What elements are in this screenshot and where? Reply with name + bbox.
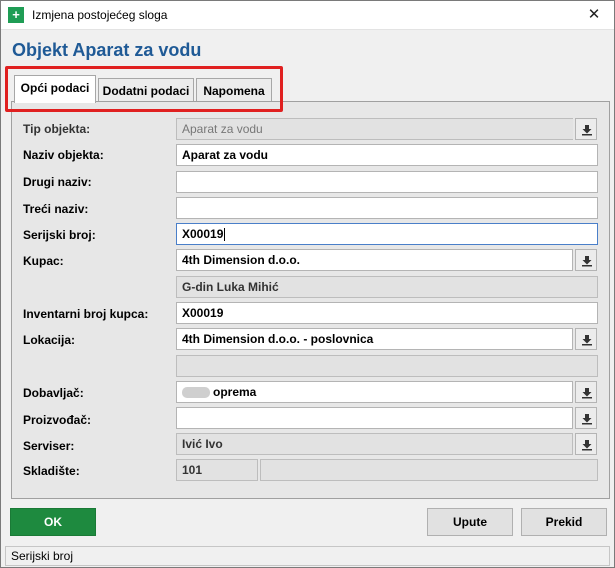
serijski-broj-input[interactable]: X00019 — [176, 223, 598, 245]
dobavljac-dropdown-button[interactable] — [575, 381, 597, 403]
proizvodac-dropdown-button[interactable] — [575, 407, 597, 429]
download-arrow-icon — [582, 388, 592, 399]
prekid-button[interactable]: Prekid — [521, 508, 607, 536]
skladiste-name-field — [260, 459, 598, 481]
dobavljac-input[interactable]: oprema — [176, 381, 573, 403]
text-caret — [224, 228, 226, 242]
kupac-dropdown-button[interactable] — [575, 249, 597, 271]
proizvodac-label: Proizvođač: — [23, 413, 92, 427]
skladiste-code-field: 101 — [176, 459, 258, 481]
serviser-field[interactable]: Ivić Ivo — [176, 433, 573, 455]
drugi-naziv-label: Drugi naziv: — [23, 175, 92, 189]
serviser-label: Serviser: — [23, 439, 75, 453]
skladiste-label: Skladište: — [23, 464, 80, 478]
treci-naziv-label: Treći naziv: — [23, 202, 89, 216]
lokacija-detail-field — [176, 355, 598, 377]
proizvodac-input[interactable] — [176, 407, 573, 429]
download-arrow-icon — [582, 125, 592, 136]
tip-objekta-dropdown-button[interactable] — [575, 118, 597, 140]
upute-button[interactable]: Upute — [427, 508, 513, 536]
download-arrow-icon — [582, 256, 592, 267]
dobavljac-label: Dobavljač: — [23, 386, 84, 400]
inventarni-broj-input[interactable]: X00019 — [176, 302, 598, 324]
lokacija-input[interactable]: 4th Dimension d.o.o. - poslovnica — [176, 328, 573, 350]
app-icon: + — [8, 7, 24, 23]
kupac-input[interactable]: 4th Dimension d.o.o. — [176, 249, 573, 271]
close-icon[interactable]: ✕ — [582, 4, 606, 26]
serijski-broj-label: Serijski broj: — [23, 228, 96, 242]
page-title: Objekt Aparat za vodu — [12, 40, 202, 60]
title-bar[interactable]: + Izmjena postojećeg sloga ✕ — [1, 1, 614, 30]
download-arrow-icon — [582, 335, 592, 346]
tab-opci-podaci[interactable]: Opći podaci — [14, 75, 96, 103]
serviser-dropdown-button[interactable] — [575, 433, 597, 455]
inventarni-broj-label: Inventarni broj kupca: — [23, 307, 149, 321]
download-arrow-icon — [582, 440, 592, 451]
kupac-label: Kupac: — [23, 254, 64, 268]
dialog-window: + Izmjena postojećeg sloga ✕ Objekt Apar… — [0, 0, 615, 568]
ok-button[interactable]: OK — [10, 508, 96, 536]
lokacija-dropdown-button[interactable] — [575, 328, 597, 350]
redacted-text — [182, 387, 210, 399]
kupac-contact-field: G-din Luka Mihić — [176, 276, 598, 298]
naziv-objekta-input[interactable]: Aparat za vodu — [176, 144, 598, 166]
lokacija-label: Lokacija: — [23, 333, 76, 347]
tip-objekta-label: Tip objekta: — [23, 122, 91, 136]
status-bar: Serijski broj — [5, 546, 610, 566]
window-title: Izmjena postojećeg sloga — [32, 8, 168, 22]
drugi-naziv-input[interactable] — [176, 171, 598, 193]
serijski-broj-value: X00019 — [182, 227, 224, 241]
naziv-objekta-label: Naziv objekta: — [23, 148, 104, 162]
dobavljac-value: oprema — [213, 385, 257, 399]
tip-objekta-field[interactable]: Aparat za vodu — [176, 118, 573, 140]
treci-naziv-input[interactable] — [176, 197, 598, 219]
download-arrow-icon — [582, 414, 592, 425]
